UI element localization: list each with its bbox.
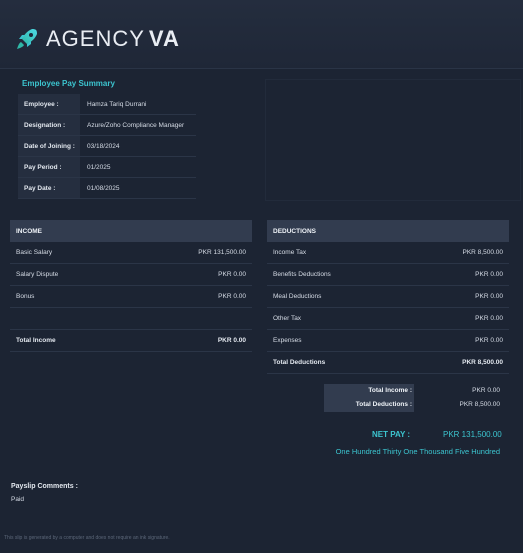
income-row: Bonus PKR 0.00	[10, 286, 252, 308]
deductions-header: DEDUCTIONS	[267, 220, 509, 242]
brand-name-bold: VA	[148, 26, 180, 51]
info-row-date-of-joining: Date of Joining : 03/18/2024	[18, 136, 196, 157]
income-row: Salary Dispute PKR 0.00	[10, 264, 252, 286]
info-label: Employee :	[18, 94, 80, 114]
payslip-page: AGENCY VA Employee Pay Summary Employee :…	[0, 0, 523, 553]
deduction-label: Income Tax	[273, 249, 307, 256]
income-amount: PKR 0.00	[218, 271, 246, 278]
rocket-icon	[17, 29, 37, 49]
payslip-comments-title: Payslip Comments :	[11, 483, 78, 490]
net-pay-label: NET PAY :	[372, 430, 411, 439]
payslip-comments-value: Paid	[11, 496, 25, 503]
net-pay-in-words: One Hundred Thirty One Thousand Five Hun…	[335, 447, 500, 456]
income-header: INCOME	[10, 220, 252, 242]
income-total-label: Total Income	[16, 337, 56, 344]
deduction-label: Other Tax	[273, 315, 302, 322]
deduction-amount: PKR 0.00	[475, 271, 503, 278]
deduction-label: Expenses	[273, 337, 302, 344]
brand-logo: AGENCY VA	[14, 26, 180, 52]
income-total-row: Total Income PKR 0.00	[10, 330, 252, 352]
info-row-pay-date: Pay Date : 01/08/2025	[18, 178, 196, 199]
total-income-label: Total Income :	[368, 387, 412, 394]
income-label: Salary Dispute	[16, 271, 59, 278]
brand-name: AGENCY VA	[46, 26, 180, 52]
deduction-amount: PKR 0.00	[475, 315, 503, 322]
income-label: Bonus	[16, 293, 35, 300]
brand-name-light: AGENCY	[46, 26, 145, 51]
employee-info-table: Employee : Hamza Tariq Durrani Designati…	[18, 94, 196, 199]
info-value: 01/08/2025	[87, 184, 120, 192]
income-row: Basic Salary PKR 131,500.00	[10, 242, 252, 264]
deduction-amount: PKR 0.00	[475, 337, 503, 344]
info-value: Azure/Zoho Compliance Manager	[87, 121, 185, 129]
header-bar: AGENCY VA	[0, 0, 523, 69]
deductions-total-label: Total Deductions	[273, 359, 326, 366]
net-pay-value: PKR 131,500.00	[443, 430, 502, 439]
income-amount: PKR 131,500.00	[198, 249, 246, 256]
pay-summary-title: Employee Pay Summary	[22, 79, 115, 88]
income-total-amount: PKR 0.00	[217, 337, 246, 344]
info-row-employee: Employee : Hamza Tariq Durrani	[18, 94, 196, 115]
info-label: Designation :	[18, 115, 80, 135]
info-value: Hamza Tariq Durrani	[87, 100, 147, 108]
deduction-label: Meal Deductions	[273, 293, 322, 300]
total-income-value: PKR 0.00	[472, 387, 500, 394]
total-deductions-value: PKR 8,500.00	[459, 401, 500, 408]
deduction-label: Benefits Deductions	[273, 271, 331, 278]
deduction-row: Income Tax PKR 8,500.00	[267, 242, 509, 264]
info-value: 01/2025	[87, 163, 111, 171]
info-label: Pay Period :	[18, 157, 80, 177]
info-label: Date of Joining :	[18, 136, 80, 156]
income-table: INCOME Basic Salary PKR 131,500.00 Salar…	[10, 220, 252, 352]
info-row-designation: Designation : Azure/Zoho Compliance Mana…	[18, 115, 196, 136]
info-row-pay-period: Pay Period : 01/2025	[18, 157, 196, 178]
deductions-total-row: Total Deductions PKR 8,500.00	[267, 352, 509, 374]
deduction-amount: PKR 0.00	[475, 293, 503, 300]
income-label: Basic Salary	[16, 249, 53, 256]
deduction-row: Expenses PKR 0.00	[267, 330, 509, 352]
info-label: Pay Date :	[18, 178, 80, 198]
deductions-table: DEDUCTIONS Income Tax PKR 8,500.00 Benef…	[267, 220, 509, 374]
info-value: 03/18/2024	[87, 142, 120, 150]
income-amount: PKR 0.00	[218, 293, 246, 300]
footer-disclaimer: This slip is generated by a computer and…	[4, 535, 170, 541]
deduction-row: Meal Deductions PKR 0.00	[267, 286, 509, 308]
deductions-total-amount: PKR 8,500.00	[462, 359, 503, 366]
deduction-row: Benefits Deductions PKR 0.00	[267, 264, 509, 286]
deduction-amount: PKR 8,500.00	[462, 249, 503, 256]
total-deductions-label: Total Deductions :	[355, 401, 412, 408]
income-row-empty	[10, 308, 252, 330]
empty-panel	[265, 79, 521, 201]
deduction-row: Other Tax PKR 0.00	[267, 308, 509, 330]
